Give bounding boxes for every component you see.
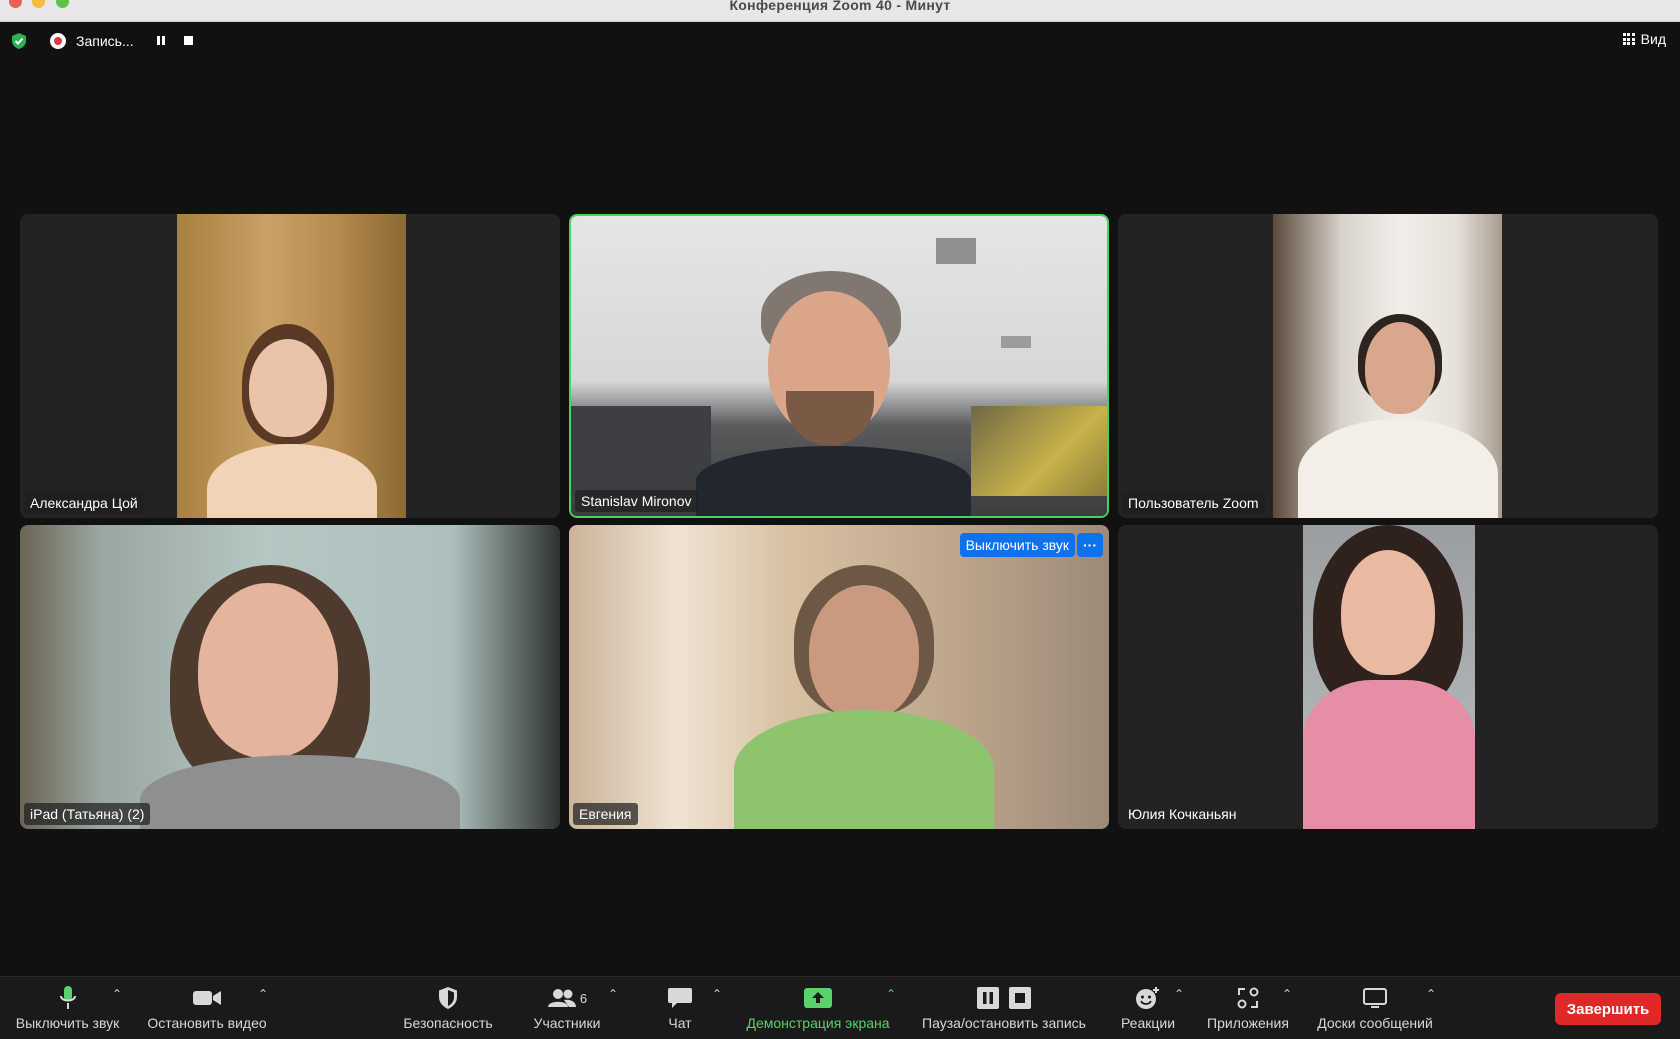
mute-participant-button[interactable]: Выключить звук: [959, 533, 1075, 557]
chat-options-chevron-icon[interactable]: ⌃: [712, 987, 722, 1001]
share-options-chevron-icon[interactable]: ⌃: [886, 987, 896, 1001]
recording-dot-icon: [50, 33, 66, 49]
video-tile[interactable]: Выключить звук ··· Евгения: [569, 525, 1109, 829]
participant-name-tag: Пользователь Zoom: [1122, 492, 1265, 514]
chat-label: Чат: [668, 1015, 692, 1031]
participants-icon: [547, 989, 576, 1007]
participant-video: [1303, 525, 1475, 829]
apps-icon: [1237, 987, 1259, 1009]
microphone-icon: [59, 986, 76, 1009]
mute-button[interactable]: Выключить звук: [10, 981, 125, 1037]
view-button[interactable]: Вид: [1622, 31, 1666, 47]
participant-video: [20, 525, 560, 829]
participants-options-chevron-icon[interactable]: ⌃: [608, 987, 618, 1001]
chat-bubble-icon: [668, 988, 692, 1008]
end-meeting-button[interactable]: Завершить: [1555, 993, 1661, 1025]
video-tile[interactable]: Александра Цой: [20, 214, 560, 518]
mute-label: Выключить звук: [15, 1015, 120, 1031]
participant-name-tag: Юлия Кочканьян: [1128, 806, 1237, 822]
meeting-topbar: Запись... Вид: [0, 21, 1680, 61]
share-screen-label: Демонстрация экрана: [746, 1015, 890, 1031]
recording-label: Запись...: [76, 33, 134, 49]
whiteboard-icon: [1363, 988, 1387, 1008]
participant-name-tag: Евгения: [573, 803, 638, 825]
security-label: Безопасность: [403, 1015, 493, 1031]
participant-video: [1273, 214, 1502, 518]
view-label: Вид: [1640, 31, 1666, 47]
reactions-emoji-icon: [1136, 987, 1159, 1009]
stop-video-label: Остановить видео: [147, 1015, 267, 1031]
participant-video: [569, 525, 1109, 829]
ceiling-vent: [1001, 336, 1031, 348]
participant-video: [177, 214, 406, 518]
reactions-button[interactable]: Реакции: [1113, 981, 1183, 1037]
recording-indicator: Запись...: [44, 28, 204, 54]
window-blinds: [571, 406, 711, 496]
pause-stop-recording-button[interactable]: Пауза/остановить запись: [914, 981, 1094, 1037]
video-options-chevron-icon[interactable]: ⌃: [258, 987, 268, 1001]
window-titlebar: Конференция Zoom 40 - Минут: [0, 0, 1680, 22]
stop-video-button[interactable]: Остановить видео: [143, 981, 271, 1037]
participants-label: Участники: [533, 1015, 601, 1031]
security-shield-icon: [439, 987, 457, 1009]
reactions-options-chevron-icon[interactable]: ⌃: [1174, 987, 1184, 1001]
participant-video: [571, 216, 1107, 516]
participant-name-tag: Александра Цой: [24, 492, 144, 514]
stop-recording-icon: [1009, 987, 1031, 1009]
grid-view-icon: [1622, 33, 1635, 45]
share-screen-icon: [804, 988, 832, 1008]
recording-stop-icon[interactable]: [184, 36, 193, 45]
share-screen-button[interactable]: Демонстрация экрана: [741, 981, 895, 1037]
apps-button[interactable]: Приложения: [1202, 981, 1294, 1037]
mute-options-chevron-icon[interactable]: ⌃: [112, 987, 122, 1001]
reactions-label: Реакции: [1120, 1015, 1176, 1031]
security-button[interactable]: Безопасность: [398, 981, 498, 1037]
more-options-button[interactable]: ···: [1077, 533, 1103, 557]
video-tile[interactable]: Юлия Кочканьян: [1118, 525, 1658, 829]
ceiling-vent: [936, 238, 976, 264]
recording-pause-icon[interactable]: [157, 36, 165, 45]
window-title: Конференция Zoom 40 - Минут: [729, 0, 951, 13]
video-camera-icon: [193, 991, 221, 1005]
video-tile-active-speaker[interactable]: Stanislav Mironov: [569, 214, 1109, 518]
whiteboards-label: Доски сообщений: [1317, 1015, 1433, 1031]
apps-options-chevron-icon[interactable]: ⌃: [1282, 987, 1292, 1001]
pause-stop-recording-label: Пауза/остановить запись: [922, 1015, 1086, 1031]
chat-button[interactable]: Чат: [655, 981, 705, 1037]
encryption-shield-icon[interactable]: [10, 32, 28, 50]
meeting-toolbar: Выключить звук ⌃ Остановить видео ⌃ Безо…: [0, 976, 1680, 1039]
wall-plant: [971, 406, 1107, 496]
participants-button[interactable]: 6 Участники: [528, 981, 606, 1037]
whiteboards-button[interactable]: Доски сообщений: [1311, 981, 1439, 1037]
video-tile[interactable]: iPad (Татьяна) (2): [20, 525, 560, 829]
participants-count: 6: [579, 990, 588, 1006]
whiteboards-options-chevron-icon[interactable]: ⌃: [1426, 987, 1436, 1001]
participant-name-tag: Stanislav Mironov: [575, 490, 698, 512]
pause-recording-icon: [977, 987, 999, 1009]
participant-name-tag: iPad (Татьяна) (2): [24, 803, 151, 825]
apps-label: Приложения: [1207, 1015, 1289, 1031]
video-tile[interactable]: Пользователь Zoom: [1118, 214, 1658, 518]
